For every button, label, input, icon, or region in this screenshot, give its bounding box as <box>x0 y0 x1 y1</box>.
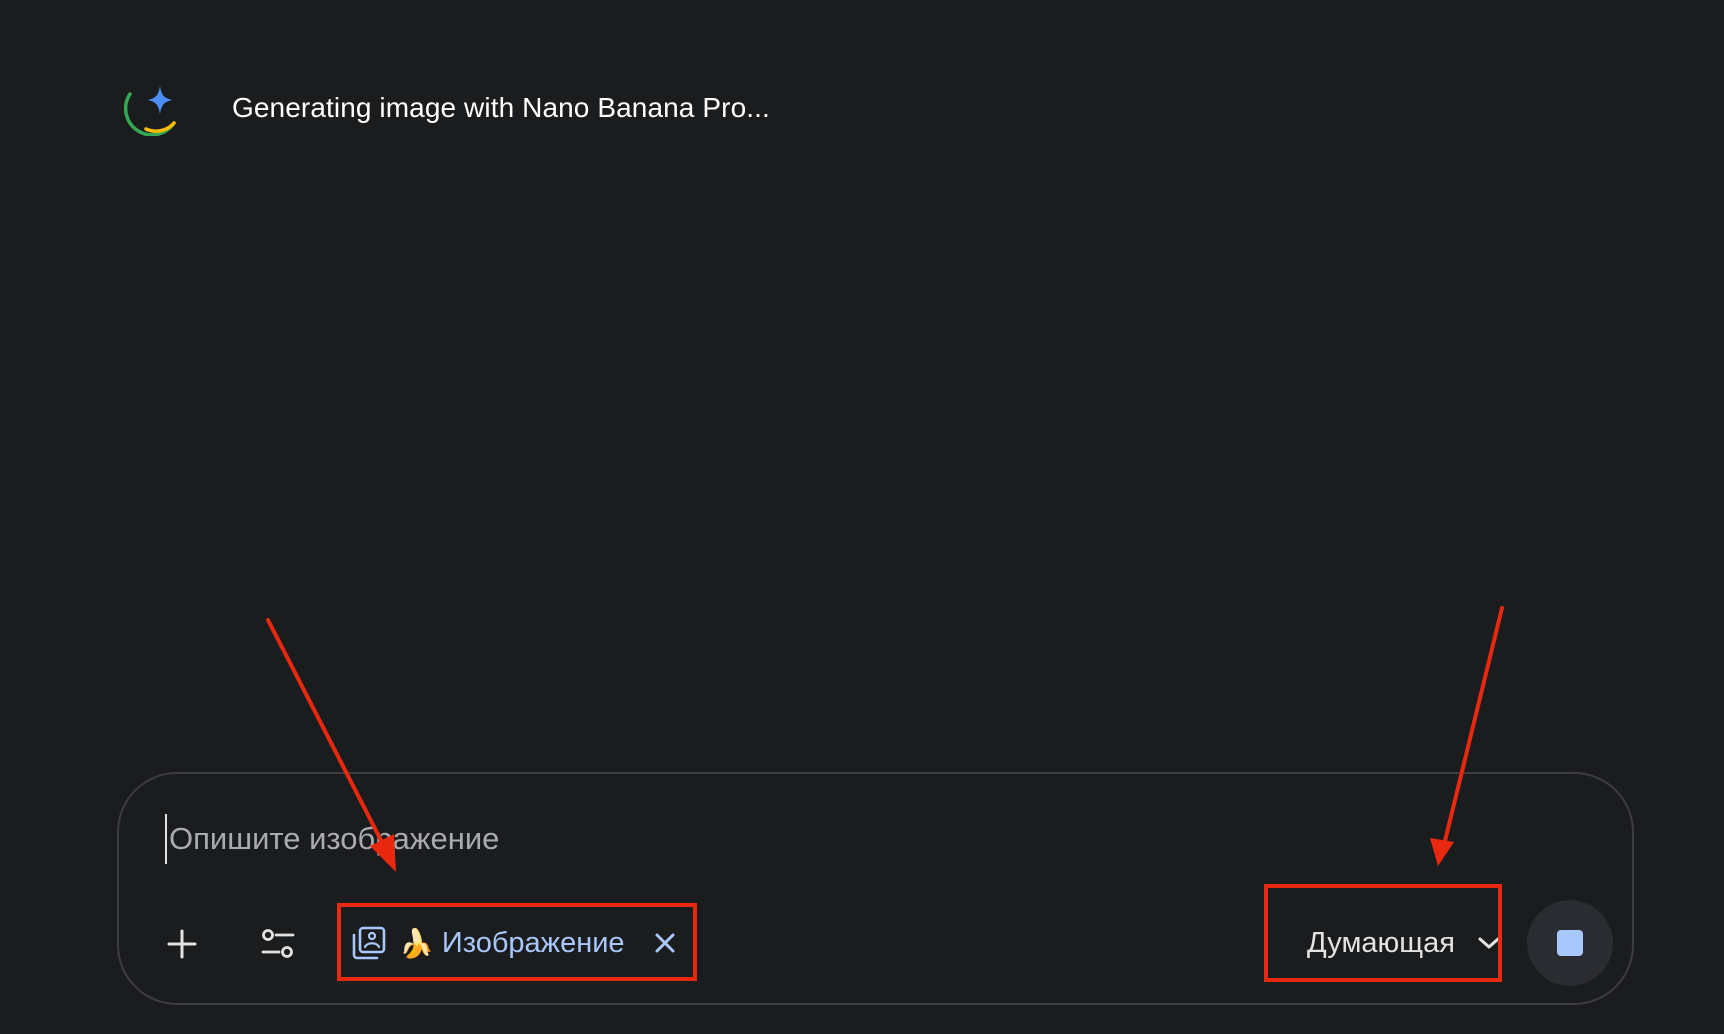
model-selector[interactable]: Думающая <box>1293 906 1506 980</box>
gemini-chat-page: Generating image with Nano Banana Pro... <box>0 0 1724 1034</box>
image-tool-chip[interactable]: 🍌 Изображение <box>339 908 693 978</box>
stop-icon <box>1557 930 1583 956</box>
plus-icon <box>167 929 197 959</box>
tools-button[interactable] <box>248 914 308 974</box>
add-button[interactable] <box>152 914 212 974</box>
stop-generation-button[interactable] <box>1527 900 1613 986</box>
image-gallery-icon <box>352 926 386 960</box>
chip-close-button[interactable] <box>651 929 679 957</box>
prompt-composer: 🍌 Изображение Думающая <box>117 772 1634 1005</box>
close-icon <box>655 933 675 953</box>
model-selector-label: Думающая <box>1307 926 1455 959</box>
generation-status: Generating image with Nano Banana Pro... <box>124 80 770 136</box>
chip-label: Изображение <box>441 926 625 959</box>
chevron-down-icon <box>1478 937 1500 949</box>
banana-emoji: 🍌 <box>399 927 434 959</box>
prompt-input[interactable] <box>165 814 1469 864</box>
gemini-spark-icon <box>124 86 176 136</box>
tools-sliders-icon <box>261 929 295 958</box>
status-text: Generating image with Nano Banana Pro... <box>232 92 770 123</box>
